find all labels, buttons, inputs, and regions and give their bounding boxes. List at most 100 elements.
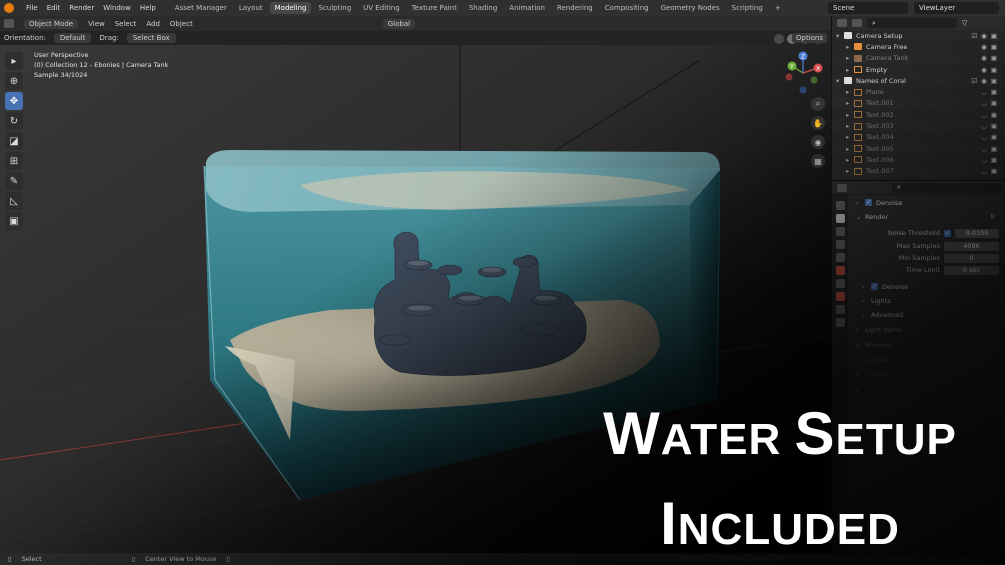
menu-render[interactable]: Render (69, 4, 94, 12)
scene-selector[interactable]: Scene (828, 2, 908, 14)
outliner-row-text-004[interactable]: ▸ Text.004 ◡▣ (832, 132, 1005, 143)
outliner-row-camera-free[interactable]: ▸ Camera Free ◉▣ (832, 41, 1005, 52)
add-cube-tool-icon[interactable]: ▣ (5, 212, 23, 230)
tab-rendering[interactable]: Rendering (552, 2, 598, 14)
object-menu[interactable]: Object (170, 20, 193, 28)
rotate-tool-icon[interactable]: ↻ (5, 112, 23, 130)
outliner-row-text-001[interactable]: ▸ Text.001 ◡▣ (832, 97, 1005, 110)
visibility-icons[interactable]: ◡▣ (981, 167, 1001, 175)
denoise-checkbox[interactable]: ✓ (865, 199, 872, 206)
pan-hand-icon[interactable]: ✋ (811, 116, 825, 130)
object-tab-icon[interactable] (835, 292, 845, 301)
time-limit-field[interactable]: 0 sec (944, 265, 999, 275)
outliner-row-empty[interactable]: ▸ Empty ◉▣ (832, 64, 1005, 75)
editor-type-icon[interactable] (4, 19, 14, 28)
curves-panel-header[interactable]: › Curves (856, 354, 999, 365)
output-tab-icon[interactable] (835, 227, 845, 236)
visibility-icons[interactable]: ◡▣ (981, 156, 1001, 164)
render-subpanel-header[interactable]: ⌄ Render ⠿ (856, 211, 999, 222)
tab-scripting[interactable]: Scripting (727, 2, 768, 14)
outliner-search-input[interactable]: ⌕ (867, 18, 957, 28)
modifier-tab-icon[interactable] (835, 305, 845, 314)
noise-threshold-checkbox[interactable]: ✓ (944, 229, 951, 237)
visibility-icons[interactable]: ☑◉▣ (971, 32, 1001, 40)
view-menu[interactable]: View (88, 20, 105, 28)
motion-blur-panel-header[interactable]: › Motion Blur (856, 384, 999, 395)
tab-texture-paint[interactable]: Texture Paint (407, 2, 462, 14)
denoise-subpanel-header[interactable]: › ✓ Denoise (862, 281, 999, 292)
outliner-editor-icon[interactable] (837, 19, 847, 27)
visibility-icons[interactable]: ◉▣ (981, 43, 1001, 51)
outliner-row-camera-setup[interactable]: ▾ Camera Setup ☑◉▣ (832, 30, 1005, 42)
visibility-icons[interactable]: ◡▣ (981, 111, 1001, 119)
noise-threshold-field[interactable]: 0.0100 (955, 228, 999, 238)
blender-logo-icon[interactable] (4, 3, 14, 13)
tab-animation[interactable]: Animation (504, 2, 550, 14)
advanced-subpanel-header[interactable]: › Advanced (862, 309, 999, 320)
visibility-icons[interactable]: ◉▣ (981, 54, 1001, 62)
drag-selector[interactable]: Select Box (126, 33, 176, 43)
collection-tab-icon[interactable] (835, 279, 845, 288)
mode-selector[interactable]: Object Mode (24, 18, 79, 29)
light-paths-panel-header[interactable]: › Light Paths (856, 324, 999, 335)
min-samples-field[interactable]: 0 (944, 253, 999, 263)
transform-orientation-selector[interactable]: Global (382, 18, 416, 29)
outliner-row-text-002[interactable]: ▸ Text.002 ◡▣ (832, 109, 1005, 120)
denoise-sub-checkbox[interactable]: ✓ (871, 283, 878, 290)
tab-shading[interactable]: Shading (464, 2, 502, 14)
outliner-row-camera-tank[interactable]: ▸ Camera Tank ◉▣ (832, 52, 1005, 64)
render-tab-icon[interactable] (835, 214, 845, 223)
options-button[interactable]: Options (792, 33, 828, 43)
tab-uv-editing[interactable]: UV Editing (358, 2, 405, 14)
outliner-row-plane[interactable]: ▸ Plane ◡▣ (832, 86, 1005, 97)
tab-modeling[interactable]: Modeling (269, 2, 312, 14)
zoom-icon[interactable]: ⌕ (811, 97, 825, 111)
tool-tab-icon[interactable] (835, 201, 845, 210)
outliner-display-mode-icon[interactable] (852, 19, 862, 27)
visibility-icons[interactable]: ◡▣ (981, 133, 1001, 141)
view-layer-tab-icon[interactable] (835, 240, 845, 249)
menu-edit[interactable]: Edit (47, 4, 61, 12)
visibility-icons[interactable]: ◉▣ (981, 66, 1001, 74)
select-menu[interactable]: Select (115, 20, 137, 28)
menu-file[interactable]: File (26, 4, 38, 12)
outliner-row-text-006[interactable]: ▸ Text.006 ◡▣ (832, 154, 1005, 165)
outliner-row-text-005[interactable]: ▸ Text.005 ◡▣ (832, 142, 1005, 155)
tab-geometry-nodes[interactable]: Geometry Nodes (656, 2, 725, 14)
max-samples-field[interactable]: 4096 (944, 241, 999, 251)
denoise-panel-header[interactable]: › ✓ Denoise (856, 197, 999, 208)
scale-tool-icon[interactable]: ◪ (5, 132, 23, 150)
lights-subpanel-header[interactable]: › Lights (862, 295, 999, 306)
tab-sculpting[interactable]: Sculpting (313, 2, 356, 14)
physics-tab-icon[interactable] (835, 318, 845, 327)
menu-window[interactable]: Window (103, 4, 131, 12)
visibility-icons[interactable]: ◡▣ (981, 88, 1001, 96)
properties-search-input[interactable]: ⌕ (892, 182, 1002, 193)
simplify-panel-header[interactable]: › Simplify (856, 369, 999, 380)
world-tab-icon[interactable] (835, 266, 845, 275)
cursor-tool-icon[interactable]: ⊕ (5, 72, 23, 90)
properties-editor-icon[interactable] (837, 183, 847, 192)
scene-tab-icon[interactable] (835, 253, 845, 262)
add-menu[interactable]: Add (146, 20, 160, 28)
move-tool-icon[interactable]: ✥ (5, 92, 23, 110)
annotate-tool-icon[interactable]: ✎ (5, 172, 23, 190)
filter-icon[interactable]: ▽ (962, 19, 967, 27)
grid-view-icon[interactable]: ▦ (811, 154, 825, 168)
camera-view-icon[interactable]: ◉ (811, 135, 825, 149)
orientation-selector[interactable]: Default (53, 33, 92, 43)
visibility-icons[interactable]: ☑◉▣ (971, 77, 1001, 85)
tab-compositing[interactable]: Compositing (600, 2, 654, 14)
outliner-row-text-003[interactable]: ▸ Text.003 ◡▣ (832, 120, 1005, 132)
outliner-row-names-of-coral[interactable]: ▾ Names of Coral ☑◉▣ (832, 75, 1005, 87)
menu-help[interactable]: Help (140, 4, 156, 12)
viewlayer-selector[interactable]: ViewLayer (914, 2, 999, 14)
transform-tool-icon[interactable]: ⊞ (5, 152, 23, 170)
tab-asset-manager[interactable]: Asset Manager (170, 2, 232, 14)
add-workspace-button[interactable]: + (770, 2, 786, 14)
visibility-icons[interactable]: ◡▣ (981, 122, 1001, 130)
tab-layout[interactable]: Layout (234, 2, 268, 14)
drag-handle-icon[interactable]: ⠿ (990, 213, 995, 221)
outliner-row-text-007[interactable]: ▸ Text.007 ◡▣ (832, 165, 1005, 177)
volumes-panel-header[interactable]: › Volumes (856, 339, 999, 350)
